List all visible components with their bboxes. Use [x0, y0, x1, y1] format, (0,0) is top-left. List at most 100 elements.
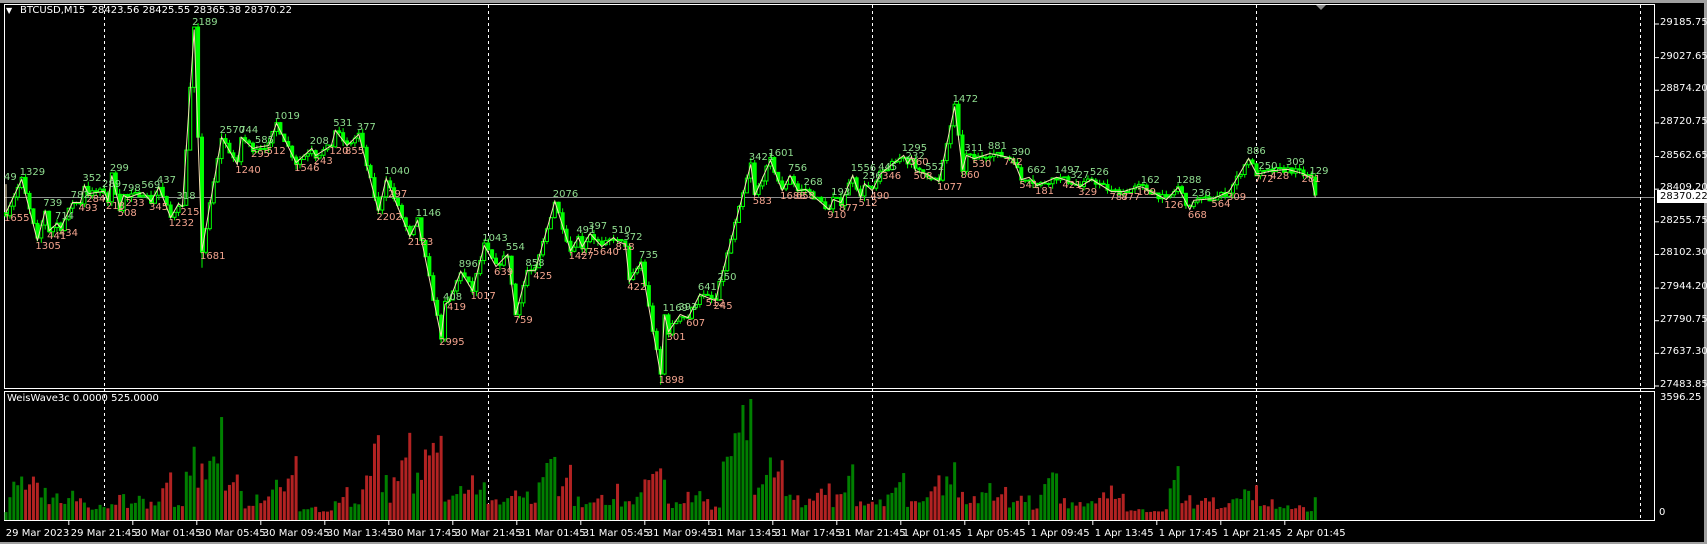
volume-bar-down — [1156, 511, 1160, 520]
volume-bar-down — [227, 484, 231, 520]
volume-bar-up — [988, 483, 992, 520]
candle-bear — [494, 257, 498, 265]
volume-bar-up — [945, 476, 949, 520]
volume-bar-down — [118, 494, 122, 520]
volume-bar-up — [82, 502, 86, 520]
volume-bar-down — [1188, 495, 1192, 520]
time-axis-label: 1 Apr 17:45 — [1158, 528, 1218, 539]
wave-volume-label-high: 352 — [82, 173, 102, 184]
volume-bar-down — [1098, 497, 1102, 520]
price-axis-label: 28102.30 — [1660, 247, 1707, 259]
volume-bar-up — [698, 491, 702, 520]
wave-volume-label-high: 798 — [121, 183, 141, 194]
volume-bar-down — [408, 432, 412, 520]
volume-bar-down — [1207, 501, 1211, 520]
volume-bar-down — [702, 501, 706, 520]
volume-bar-up — [302, 509, 306, 520]
wave-volume-label-low: 425 — [533, 271, 553, 283]
volume-bar-down — [463, 493, 467, 520]
volume-bar-up — [631, 504, 635, 520]
volume-bar-up — [980, 492, 984, 520]
volume-bar-up — [1011, 502, 1015, 520]
volume-bar-down — [859, 501, 863, 520]
wave-volume-label-low: 346 — [882, 171, 902, 183]
wave-volume-label-low: 855 — [345, 145, 365, 157]
volume-bar-up — [635, 496, 639, 520]
volume-bar-down — [1254, 485, 1258, 520]
volume-bar-down — [423, 449, 427, 520]
volume-bar-down — [365, 475, 369, 520]
wave-volume-label-high: 2189 — [192, 17, 218, 29]
volume-bar-up — [137, 495, 141, 520]
volume-bar-up — [1141, 509, 1145, 520]
volume-bar-down — [322, 511, 326, 520]
volume-bar-up — [1231, 499, 1235, 520]
volume-bar-down — [1184, 500, 1188, 520]
volume-bar-up — [898, 482, 902, 520]
price-axis-label: 28409.20 — [1660, 182, 1707, 194]
price-axis-label: 28720.75 — [1660, 115, 1707, 127]
volume-bar-up — [906, 506, 910, 520]
wave-volume-label-low: 668 — [1187, 210, 1207, 221]
wave-volume-label-high: 309 — [1285, 157, 1305, 169]
volume-bar-up — [1282, 508, 1286, 520]
wave-volume-label-high: 714 — [54, 211, 75, 223]
chart-shift-marker[interactable] — [1316, 5, 1326, 10]
volume-bar-up — [239, 490, 243, 520]
volume-bar-up — [412, 493, 416, 520]
volume-bar-down — [910, 501, 914, 520]
volume-bar-up — [921, 501, 925, 520]
candle-bull — [1062, 176, 1067, 179]
volume-bar-up — [443, 501, 447, 520]
volume-bar-up — [886, 494, 890, 520]
price-axis-label: 27637.30 — [1660, 346, 1707, 358]
volume-bar-up — [619, 506, 623, 520]
time-axis-label: 29 Mar 2023 — [5, 528, 70, 539]
volume-bar-down — [627, 501, 631, 520]
candle-bull — [995, 151, 1000, 155]
volume-bar-down — [1302, 507, 1306, 520]
volume-bar-down — [75, 501, 79, 520]
volume-bar-up — [380, 492, 384, 520]
volume-bar-up — [572, 505, 576, 520]
time-axis-label: 31 Mar 21:45 — [838, 528, 906, 539]
chart-canvas[interactable] — [0, 0, 1707, 544]
volume-bar-up — [878, 499, 882, 520]
candle-bull — [662, 314, 667, 375]
volume-bar-up — [831, 507, 835, 520]
wave-volume-label-high: 129 — [1309, 165, 1329, 177]
volume-bar-up — [745, 440, 749, 520]
volume-bar-up — [67, 498, 71, 520]
volume-bar-up — [1168, 488, 1172, 520]
volume-bar-up — [694, 495, 698, 520]
volume-bar-down — [35, 482, 39, 520]
wave-volume-label-low: 759 — [513, 315, 533, 327]
volume-bar-down — [682, 503, 686, 520]
price-pane-frame — [4, 4, 1655, 389]
volume-bar-up — [482, 482, 486, 520]
symbol-menu-triangle-icon[interactable]: ▼ — [6, 6, 12, 15]
wave-volume-label-low: 215 — [180, 207, 200, 219]
volume-bar-down — [1196, 504, 1200, 520]
volume-bar-down — [823, 494, 827, 520]
volume-bar-up — [94, 508, 98, 520]
volume-bar-down — [467, 489, 471, 520]
volume-bar-down — [1290, 509, 1294, 520]
wave-volume-label-low: 1077 — [936, 181, 963, 193]
volume-bar-down — [224, 490, 228, 520]
volume-bar-down — [486, 503, 490, 520]
volume-bar-down — [180, 506, 184, 520]
candle-bear — [599, 240, 604, 246]
wave-volume-label-high: 858 — [525, 258, 545, 270]
volume-bar-up — [416, 472, 420, 520]
time-axis-label: 1 Apr 05:45 — [966, 528, 1026, 539]
volume-bar-down — [882, 506, 886, 520]
volume-bar-up — [353, 503, 357, 520]
wave-volume-label-high: 1601 — [768, 147, 794, 159]
wave-volume-label-low: 301 — [666, 332, 686, 344]
volume-bar-down — [24, 489, 28, 520]
volume-bar-up — [306, 509, 310, 520]
volume-bar-up — [862, 505, 866, 520]
candle-bear — [337, 130, 342, 134]
price-axis-label: 28874.20 — [1660, 83, 1707, 95]
